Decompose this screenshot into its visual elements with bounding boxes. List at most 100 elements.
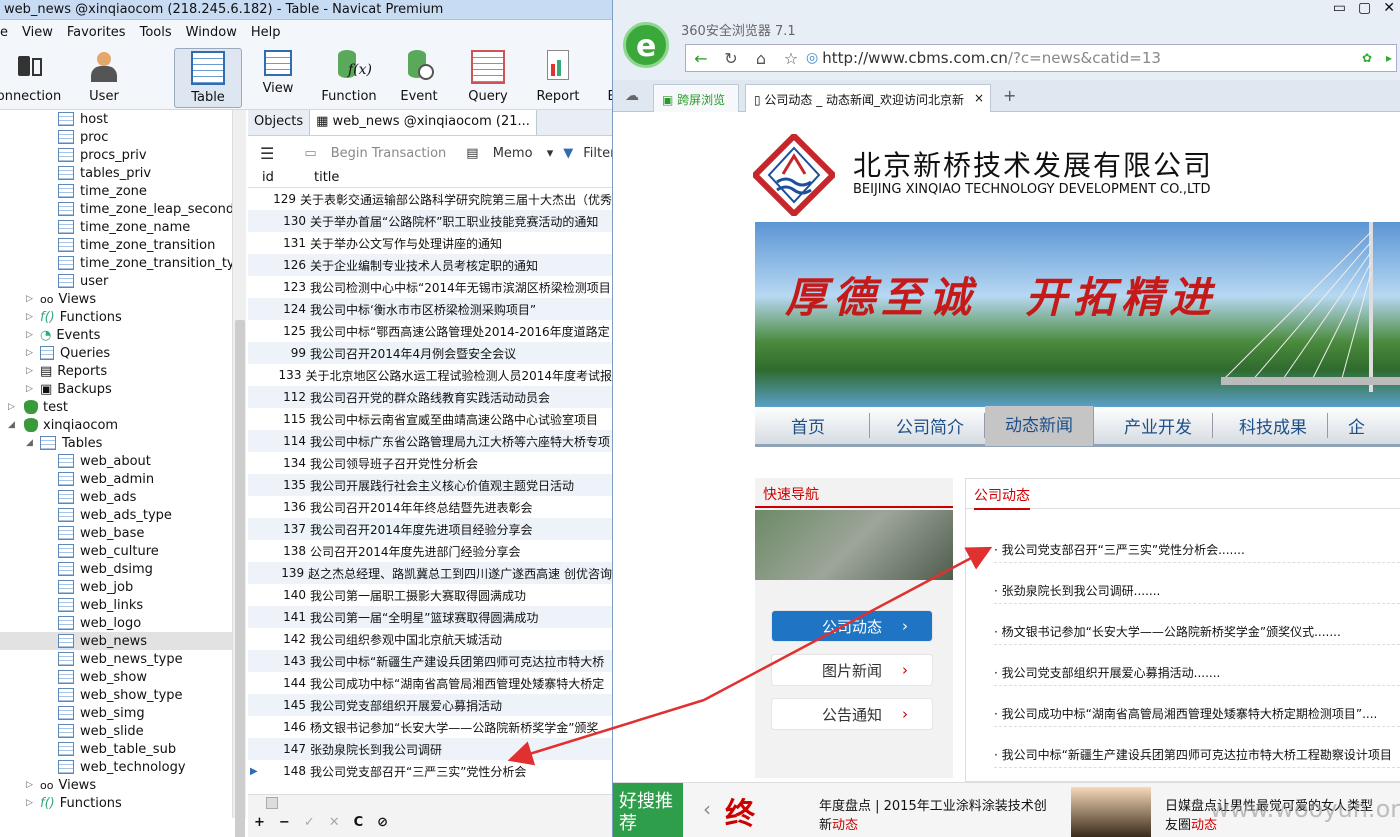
- menu-file[interactable]: e: [0, 25, 15, 40]
- nav-news[interactable]: 动态新闻: [985, 405, 1094, 446]
- news-item[interactable]: · 杨文银书记参加“长安大学——公路院新桥奖学金”颁奖仪式.......: [994, 623, 1400, 645]
- nav-industry[interactable]: 产业开发: [1094, 413, 1213, 438]
- table-row[interactable]: 143 我公司中标“新疆生产建设兵团第四师可克达拉市特大桥: [248, 650, 612, 672]
- new-tab-button[interactable]: +: [1003, 86, 1016, 105]
- table-row[interactable]: 138 公司召开2014年度先进部门经验分享会: [248, 540, 612, 562]
- cell-title[interactable]: 张劲泉院长到我公司调研: [310, 741, 442, 758]
- url-input[interactable]: http://www.cbms.com.cn/?c=news&catid=13: [822, 49, 1161, 67]
- cell-title[interactable]: 我公司检测中心中标“2014年无锡市滨湖区桥梁检测项目: [310, 279, 611, 296]
- cell-title[interactable]: 我公司组织参观中国北京航天城活动: [310, 631, 502, 648]
- menu-favorites[interactable]: Favorites: [60, 25, 133, 40]
- table-row[interactable]: 145 我公司党支部组织开展爱心募捐活动: [248, 694, 612, 716]
- table-row[interactable]: 112 我公司召开党的群众路线教育实践活动动员会: [248, 386, 612, 408]
- cell-title[interactable]: 我公司中标云南省宣威至曲靖高速公路中心试验室项目: [310, 411, 598, 428]
- cell-title[interactable]: 我公司领导班子召开党性分析会: [310, 455, 478, 472]
- cell-title[interactable]: 我公司召开党的群众路线教育实践活动动员会: [310, 389, 550, 406]
- tree-item-user[interactable]: user: [58, 272, 108, 290]
- cell-title[interactable]: 关于举办首届“公路院杯”职工职业技能竞赛活动的通知: [310, 213, 598, 230]
- tree-item-web-job[interactable]: web_job: [58, 578, 133, 596]
- delete-record-button[interactable]: −: [279, 815, 290, 830]
- cell-id[interactable]: 131: [248, 236, 310, 250]
- cell-id[interactable]: 145: [248, 698, 310, 712]
- cell-title[interactable]: 我公司开展践行社会主义核心价值观主题党日活动: [310, 477, 574, 494]
- cell-id[interactable]: 135: [248, 478, 310, 492]
- tree-scrollbar[interactable]: [232, 110, 246, 837]
- table-row[interactable]: 148 我公司党支部召开“三严三实”党性分析会 ▶: [248, 760, 612, 782]
- ad-image-1[interactable]: 终: [725, 789, 755, 833]
- table-row[interactable]: 131 关于举办公文写作与处理讲座的通知: [248, 232, 612, 254]
- tree-item-events[interactable]: ▷ ◔ Events: [26, 326, 100, 344]
- quick-notice-button[interactable]: 公告通知 ›: [771, 698, 933, 730]
- column-id[interactable]: id: [262, 170, 274, 185]
- tree-item-backups[interactable]: ▷ ▣ Backups: [26, 380, 112, 398]
- minimize-icon[interactable]: ▭: [1333, 0, 1346, 16]
- cell-title[interactable]: 我公司召开2014年年终总结暨先进表彰会: [310, 499, 533, 516]
- close-icon[interactable]: ✕: [1383, 0, 1395, 16]
- cell-title[interactable]: 关于表彰交通运输部公路科学研究院第三届十大杰出（优秀: [300, 191, 612, 208]
- table-row[interactable]: 99 我公司召开2014年4月例会暨安全会议: [248, 342, 612, 364]
- nav-more[interactable]: 企: [1328, 413, 1385, 438]
- ad-prev-icon[interactable]: ‹: [703, 797, 711, 821]
- tree-item-time-zone-transition[interactable]: time_zone_transition: [58, 236, 215, 254]
- table-row[interactable]: 124 我公司中标‘衡水市市区桥梁检测采购项目”: [248, 298, 612, 320]
- tab-web-news[interactable]: ▦ web_news @xinqiaocom (21...: [310, 110, 537, 135]
- tree-item-queries[interactable]: ▷ Queries: [26, 344, 110, 362]
- news-item[interactable]: · 我公司成功中标“湖南省高管局湘西管理处矮寨特大桥定期检测项目”....: [994, 705, 1400, 727]
- tree-item-web-technology[interactable]: web_technology: [58, 758, 186, 776]
- tab-objects[interactable]: Objects: [248, 110, 311, 135]
- tree-item-proc[interactable]: proc: [58, 128, 108, 146]
- tree-db-test[interactable]: ▷ test: [8, 398, 68, 416]
- cell-title[interactable]: 我公司中标“新疆生产建设兵团第四师可克达拉市特大桥: [310, 653, 604, 670]
- cell-id[interactable]: 130: [248, 214, 310, 228]
- query-button[interactable]: Query: [462, 48, 514, 108]
- backup-button[interactable]: B: [602, 48, 612, 108]
- go-icon[interactable]: ▸: [1386, 51, 1392, 65]
- table-button[interactable]: Table: [174, 48, 242, 108]
- refresh-button[interactable]: C: [354, 815, 364, 830]
- tab-close-icon[interactable]: ×: [974, 91, 984, 105]
- chevron-right-icon[interactable]: ▷: [26, 798, 33, 808]
- event-button[interactable]: Event: [394, 48, 444, 108]
- table-row[interactable]: 136 我公司召开2014年年终总结暨先进表彰会: [248, 496, 612, 518]
- tree-item-web-slide[interactable]: web_slide: [58, 722, 144, 740]
- function-button[interactable]: f(x) Function: [318, 48, 380, 108]
- cell-id[interactable]: 144: [248, 676, 310, 690]
- table-row[interactable]: 134 我公司领导班子召开党性分析会: [248, 452, 612, 474]
- cell-title[interactable]: 关于企业编制专业技术人员考核定职的通知: [310, 257, 538, 274]
- table-row[interactable]: 130 关于举办首届“公路院杯”职工职业技能竞赛活动的通知: [248, 210, 612, 232]
- cell-title[interactable]: 我公司中标“鄂西高速公路管理处2014-2016年度道路定: [310, 323, 610, 340]
- cell-id[interactable]: 146: [248, 720, 310, 734]
- cell-title[interactable]: 我公司党支部召开“三严三实”党性分析会: [310, 763, 526, 780]
- tree-item-functions[interactable]: ▷ f() Functions: [26, 308, 122, 326]
- menu-view[interactable]: View: [15, 25, 60, 40]
- ad-image-2[interactable]: [1071, 787, 1151, 837]
- tree-item-time-zone-name[interactable]: time_zone_name: [58, 218, 190, 236]
- cell-title[interactable]: 我公司召开2014年4月例会暨安全会议: [310, 345, 516, 362]
- tree-item-functions-2[interactable]: ▷ f() Functions: [26, 794, 122, 812]
- tree-item-web-links[interactable]: web_links: [58, 596, 143, 614]
- tree-item-procs-priv[interactable]: procs_priv: [58, 146, 147, 164]
- ad-link-1[interactable]: 年度盘点 | 2015年工业涂料涂装技术创 新动态: [819, 795, 1047, 833]
- home-icon[interactable]: ⌂: [746, 49, 776, 68]
- chevron-right-icon[interactable]: ▷: [26, 330, 33, 340]
- table-row[interactable]: 139 赵之杰总经理、路凯冀总工到四川遂广遂西高速 创优咨询: [248, 562, 612, 584]
- cell-title[interactable]: 公司召开2014年度先进部门经验分享会: [310, 543, 521, 560]
- tree-item-web-admin[interactable]: web_admin: [58, 470, 154, 488]
- tree-item-web-dsimg[interactable]: web_dsimg: [58, 560, 153, 578]
- cell-id[interactable]: 141: [248, 610, 310, 624]
- chevron-right-icon[interactable]: ▷: [26, 294, 33, 304]
- cell-title[interactable]: 我公司中标‘衡水市市区桥梁检测采购项目”: [310, 301, 536, 318]
- cell-id[interactable]: 99: [248, 346, 310, 360]
- stop-button[interactable]: ⊘: [377, 815, 388, 830]
- cell-title[interactable]: 我公司第一届职工摄影大赛取得圆满成功: [310, 587, 526, 604]
- tree-item-tables[interactable]: ◢ Tables: [26, 434, 102, 452]
- table-row[interactable]: 129 关于表彰交通运输部公路科学研究院第三届十大杰出（优秀: [248, 188, 612, 210]
- chevron-right-icon[interactable]: ▷: [26, 780, 33, 790]
- tree-item-time-zone-leap-second[interactable]: time_zone_leap_second: [58, 200, 232, 218]
- quick-company-news-button[interactable]: 公司动态 ›: [771, 610, 933, 642]
- tree-db-xinqiaocom[interactable]: ◢ xinqiaocom: [8, 416, 118, 434]
- nav-achievements[interactable]: 科技成果: [1213, 413, 1328, 438]
- cell-id[interactable]: 143: [248, 654, 310, 668]
- filter-button[interactable]: ▼Filter: [563, 146, 612, 161]
- cell-id[interactable]: 123: [248, 280, 310, 294]
